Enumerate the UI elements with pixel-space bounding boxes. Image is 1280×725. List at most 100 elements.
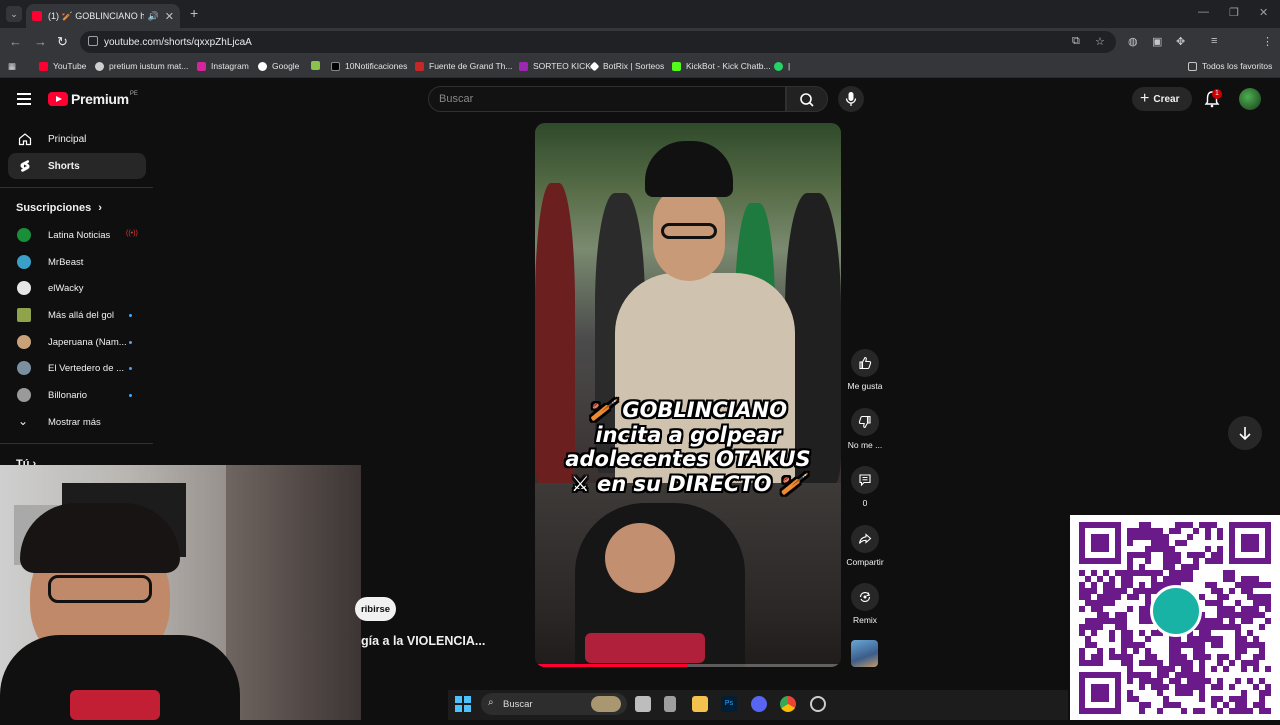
qr-module <box>1205 624 1211 630</box>
channel-avatar-thumbnail[interactable] <box>851 640 878 667</box>
close-tab-icon[interactable]: ✕ <box>165 10 174 23</box>
subscription-item[interactable]: Latina Noticias ((•)) <box>8 222 146 248</box>
bookmark-instagram[interactable]: Instagram <box>197 61 249 71</box>
country-code: PE <box>129 91 138 97</box>
subscription-item[interactable]: MrBeast <box>8 249 146 275</box>
site-info-icon[interactable] <box>88 36 98 46</box>
qr-module <box>1175 558 1181 564</box>
bookmark-botrix[interactable]: BotRix | Sorteos <box>589 61 664 71</box>
bookmark-pretium[interactable]: pretium iustum mat... <box>95 61 188 71</box>
sidebar-item-shorts[interactable]: Shorts <box>8 153 146 179</box>
photoshop-icon[interactable]: Ps <box>721 696 737 712</box>
qr-module <box>1151 678 1157 684</box>
address-bar[interactable]: youtube.com/shorts/qxxpZhLjcaA <box>80 31 1116 53</box>
bookmark-pinwheel[interactable] <box>311 61 325 70</box>
subscription-item[interactable]: Más allá del gol <box>8 302 146 328</box>
qr-module <box>1169 654 1175 660</box>
qr-module <box>1139 702 1145 708</box>
forward-arrow-icon[interactable]: → <box>34 34 47 49</box>
subscription-item[interactable]: El Vertedero de ... <box>8 355 146 381</box>
create-button[interactable]: + Crear <box>1132 87 1192 111</box>
dislike-label: No me ... <box>847 440 883 450</box>
voice-search-button[interactable] <box>838 86 864 112</box>
all-bookmarks-folder[interactable]: Todos los favoritos <box>1188 61 1272 71</box>
back-arrow-icon[interactable]: ← <box>9 34 22 49</box>
subscriptions-header[interactable]: Suscripciones › <box>16 202 102 214</box>
extension-icon[interactable]: ▣ <box>1152 35 1162 48</box>
reading-list-icon[interactable]: ≡ <box>1211 35 1217 47</box>
bookmark-youtube[interactable]: YouTube <box>39 61 86 71</box>
subscription-item[interactable]: Billonario <box>8 382 146 408</box>
hamburger-menu-icon[interactable] <box>17 93 31 105</box>
search-input[interactable]: Buscar <box>428 86 786 112</box>
qr-module <box>1169 528 1175 534</box>
qr-module <box>1229 684 1235 690</box>
browser-menu-icon[interactable]: ⋮ <box>1262 35 1273 48</box>
search-button[interactable] <box>786 86 828 112</box>
taskbar-search[interactable]: ⌕ Buscar <box>481 693 627 715</box>
taskbar-app-icon[interactable] <box>664 696 676 712</box>
file-explorer-icon[interactable] <box>692 696 708 712</box>
sidebar-item-home[interactable]: Principal <box>8 126 146 152</box>
task-view-icon[interactable] <box>635 696 651 712</box>
qr-module <box>1097 648 1103 654</box>
qr-module <box>1079 660 1085 666</box>
apps-grid-icon[interactable]: ▦ <box>8 61 16 72</box>
extension-icon[interactable]: ◍ <box>1128 35 1138 48</box>
qr-module <box>1217 624 1223 630</box>
youtube-premium-logo[interactable]: Premium PE <box>48 91 138 107</box>
qr-module <box>1175 528 1181 534</box>
windows-start-icon[interactable] <box>455 696 471 712</box>
qr-module <box>1175 690 1181 696</box>
qr-module <box>1157 672 1163 678</box>
bookmark-sorteo-kick[interactable]: SORTEO KICK <box>519 61 591 71</box>
subscribe-button[interactable]: ribirse <box>355 597 396 621</box>
qr-module <box>1181 642 1187 648</box>
qr-module <box>1169 702 1175 708</box>
next-short-button[interactable] <box>1228 416 1262 450</box>
minimize-icon[interactable]: — <box>1198 6 1209 18</box>
qr-module <box>1193 654 1199 660</box>
qr-module <box>1169 642 1175 648</box>
chrome-icon[interactable] <box>780 696 796 712</box>
bookmark-10notificaciones[interactable]: 10Notificaciones <box>331 61 407 71</box>
qr-module <box>1241 660 1247 666</box>
window-close-icon[interactable]: ✕ <box>1259 6 1268 19</box>
like-button[interactable]: Me gusta <box>843 349 887 391</box>
qr-module <box>1079 594 1085 600</box>
extensions-puzzle-icon[interactable]: ✥ <box>1176 35 1185 48</box>
dislike-button[interactable]: No me ... <box>843 408 887 450</box>
short-video-player[interactable]: 🏏 GOBLINCIANO incita a golpear adolecent… <box>535 123 841 667</box>
qr-module <box>1193 564 1199 570</box>
qr-module <box>1127 642 1133 648</box>
taskbar-app-icon[interactable] <box>810 696 826 712</box>
new-tab-button[interactable]: + <box>190 5 198 21</box>
qr-module <box>1121 612 1127 618</box>
browser-tab-active[interactable]: (1) 🏏 GOBLINCIANO hace 🔊 ✕ <box>26 4 180 28</box>
show-more-button[interactable]: ⌄ Mostrar más <box>8 409 146 435</box>
short-progress-bar[interactable] <box>535 664 841 667</box>
subscription-item[interactable]: elWacky <box>8 275 146 301</box>
qr-module <box>1247 618 1253 624</box>
tab-search-button[interactable]: ⌄ <box>6 6 22 22</box>
share-button[interactable]: Compartir <box>843 525 887 567</box>
subscription-item[interactable]: Japeruana (Nam... <box>8 329 146 355</box>
qr-module <box>1145 648 1151 654</box>
install-app-icon[interactable]: ⧉ <box>1072 35 1080 48</box>
remix-button[interactable]: Remix <box>843 583 887 625</box>
share-label: Compartir <box>846 557 884 567</box>
reload-icon[interactable]: ↻ <box>57 34 68 50</box>
discord-icon[interactable] <box>751 696 767 712</box>
maximize-icon[interactable]: ❐ <box>1229 6 1239 19</box>
comments-button[interactable]: 0 <box>843 466 887 508</box>
short-title[interactable]: gía a la VIOLENCIA... <box>361 634 485 648</box>
bookmark-whatsapp[interactable]: | <box>774 61 790 71</box>
bookmark-kickbot[interactable]: KickBot - Kick Chatb... <box>672 61 771 71</box>
bookmark-google[interactable]: Google <box>258 61 299 71</box>
speaker-icon[interactable]: 🔊 <box>148 11 159 22</box>
qr-module <box>1151 684 1157 690</box>
bookmark-star-icon[interactable]: ☆ <box>1095 35 1105 48</box>
bookmark-grand-theft[interactable]: Fuente de Grand Th... <box>415 61 512 71</box>
account-avatar[interactable] <box>1239 88 1261 110</box>
qr-module <box>1259 582 1265 588</box>
